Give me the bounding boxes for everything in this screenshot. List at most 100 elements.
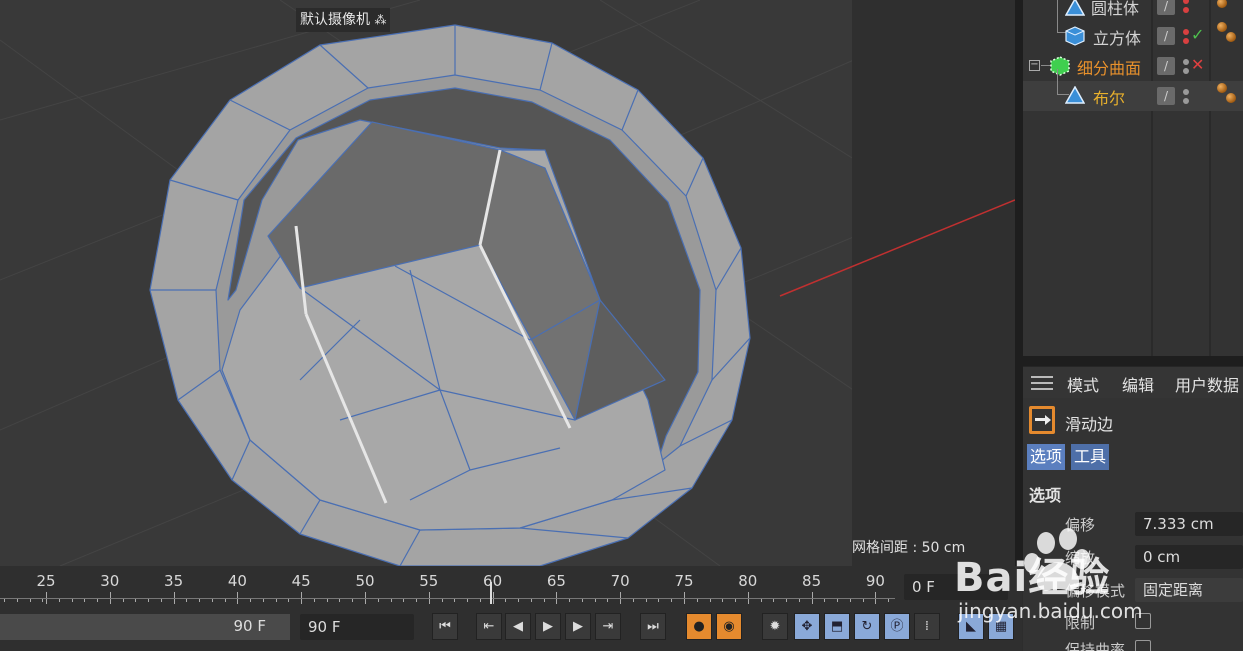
key-position-button[interactable]: ✥ [794, 613, 820, 640]
menu-mode[interactable]: 模式 [1067, 372, 1099, 396]
enabled-check-icon[interactable]: ✓ [1191, 25, 1204, 44]
object-name: 圆柱体 [1091, 0, 1140, 18]
disabled-x-icon[interactable]: ✕ [1191, 55, 1204, 74]
next-key-button[interactable]: ⇥ [595, 613, 621, 640]
3d-viewport[interactable]: 默认摄像机 ⁂ 网格间距 : 50 cm [0, 0, 1015, 566]
timeline-tick-label: 90 [865, 572, 885, 590]
limit-checkbox[interactable] [1135, 613, 1151, 629]
ruler-baseline [0, 598, 895, 599]
goto-end-button[interactable]: ⏭ [640, 613, 666, 640]
timeline-tick-label: 25 [36, 572, 56, 590]
edit-icon[interactable]: / [1157, 0, 1175, 15]
viewport-scene [0, 0, 1015, 566]
offset-field[interactable]: 7.333 cm [1135, 512, 1243, 536]
edit-icon[interactable]: / [1157, 87, 1175, 105]
prev-frame-button[interactable]: ◀ [505, 613, 531, 640]
limit-label: 限制 [1065, 614, 1096, 632]
visibility-dot[interactable] [1183, 0, 1189, 4]
visibility-dot[interactable] [1183, 59, 1189, 65]
object-row-subdivision[interactable]: − 细分曲面 / ✕ [1023, 51, 1243, 81]
cylinder-mesh [149, 24, 751, 566]
edit-icon[interactable]: / [1157, 57, 1175, 75]
keyframe-selection-button[interactable]: ✹ [762, 613, 788, 640]
playhead[interactable] [490, 582, 492, 604]
timeline-tick-label: 60 [483, 572, 503, 590]
timeline-tick-label: 45 [291, 572, 311, 590]
slide-tool-icon [1029, 406, 1055, 434]
range-end-label: 90 F [233, 617, 266, 635]
visibility-dot[interactable] [1183, 29, 1189, 35]
boole-icon [1065, 86, 1085, 104]
material-tag-icon[interactable] [1226, 93, 1236, 103]
timeline-tick-label: 75 [674, 572, 694, 590]
goto-start-button[interactable]: ⏮ [432, 613, 458, 640]
edit-icon[interactable]: / [1157, 27, 1175, 45]
offset-mode-label: 偏移模式 [1065, 582, 1126, 600]
object-name: 布尔 [1093, 89, 1126, 108]
keep-curvature-checkbox[interactable] [1135, 640, 1151, 651]
panel-splitter[interactable] [1023, 356, 1243, 366]
tree-line [1057, 0, 1058, 18]
transport-bar: 90 F 90 F ⏮ ⇤ ◀ ▶ ▶ ⇥ ⏭ ● ◉ ✹ ✥ ⬒ ↻ Ⓟ ⁞ … [0, 612, 1022, 651]
key-rotation-button[interactable]: ↻ [854, 613, 880, 640]
menu-edit[interactable]: 编辑 [1122, 372, 1154, 396]
key-pla-button[interactable]: ⁞ [914, 613, 940, 640]
end-frame-field[interactable]: 90 F [300, 614, 414, 640]
timeline-tick-label: 50 [355, 572, 375, 590]
camera-icon: ⁂ [374, 13, 387, 27]
timeline-tick-label: 35 [164, 572, 184, 590]
key-parameter-button[interactable]: Ⓟ [884, 613, 910, 640]
play-button[interactable]: ▶ [535, 613, 561, 640]
render-dot[interactable] [1183, 68, 1189, 74]
timeline[interactable]: 25 30 35 40 45 50 55 60 65 70 75 80 85 90 0 F [0, 566, 1022, 612]
collapse-toggle-icon[interactable]: − [1029, 60, 1040, 71]
camera-label-text: 默认摄像机 [300, 12, 370, 28]
tab-options[interactable]: 选项 [1027, 444, 1066, 470]
material-tag-icon[interactable] [1217, 83, 1227, 93]
cinema4d-window: 默认摄像机 ⁂ 网格间距 : 50 cm 圆柱体 / 立方体 / ✓ − 细分曲… [0, 0, 1243, 651]
attribute-manager: 模式 编辑 用户数据 滑动边 选项 工具 选项 偏移 7.333 cm 缩放 0… [1023, 366, 1243, 651]
scale-label: 缩放 [1065, 549, 1096, 567]
frame-range-slider[interactable]: 90 F [0, 614, 290, 640]
grid-spacing-label: 网格间距 : 50 cm [852, 540, 966, 556]
panel-splitter[interactable] [1015, 0, 1023, 566]
render-dot[interactable] [1183, 98, 1189, 104]
viewport-safe-frame [852, 0, 1015, 566]
interpolation-button[interactable]: ◣ [958, 613, 984, 640]
material-tag-icon[interactable] [1217, 0, 1227, 8]
attribute-menubar: 模式 编辑 用户数据 [1023, 366, 1243, 398]
timeline-tick-label: 80 [738, 572, 758, 590]
object-row-cube[interactable]: 立方体 / ✓ [1023, 17, 1243, 51]
timeline-tick-label: 85 [802, 572, 822, 590]
timeline-tick-label: 65 [546, 572, 566, 590]
menu-icon[interactable] [1031, 376, 1053, 390]
current-frame-field[interactable]: 0 F [904, 574, 1008, 600]
tool-title: 滑动边 [1065, 415, 1114, 434]
render-dot[interactable] [1183, 38, 1189, 44]
material-tag-icon[interactable] [1217, 22, 1227, 32]
menu-user-data[interactable]: 用户数据 [1175, 372, 1239, 396]
timeline-tick-label: 40 [227, 572, 247, 590]
object-row-boole[interactable]: 布尔 / [1023, 69, 1243, 111]
timeline-tick-label: 30 [100, 572, 120, 590]
tab-tool[interactable]: 工具 [1071, 444, 1110, 470]
autokey-button[interactable]: ◉ [716, 613, 742, 640]
render-dot[interactable] [1183, 7, 1189, 13]
material-tag-icon[interactable] [1226, 32, 1236, 42]
key-scale-button[interactable]: ⬒ [824, 613, 850, 640]
visibility-dot[interactable] [1183, 89, 1189, 95]
object-row-cylinder[interactable]: 圆柱体 / [1023, 0, 1243, 22]
object-name: 细分曲面 [1077, 59, 1142, 78]
cylinder-icon [1065, 0, 1085, 16]
record-button[interactable]: ● [686, 613, 712, 640]
section-title: 选项 [1029, 486, 1062, 505]
offset-label: 偏移 [1065, 516, 1096, 534]
camera-label[interactable]: 默认摄像机 ⁂ [296, 8, 391, 32]
scale-field[interactable]: 0 cm [1135, 545, 1243, 569]
prev-key-button[interactable]: ⇤ [476, 613, 502, 640]
timeline-tick-label: 70 [610, 572, 630, 590]
next-frame-button[interactable]: ▶ [565, 613, 591, 640]
timeline-window-button[interactable]: ▦ [988, 613, 1014, 640]
offset-mode-select[interactable]: 固定距离 [1135, 578, 1243, 602]
timeline-tick-label: 55 [419, 572, 439, 590]
